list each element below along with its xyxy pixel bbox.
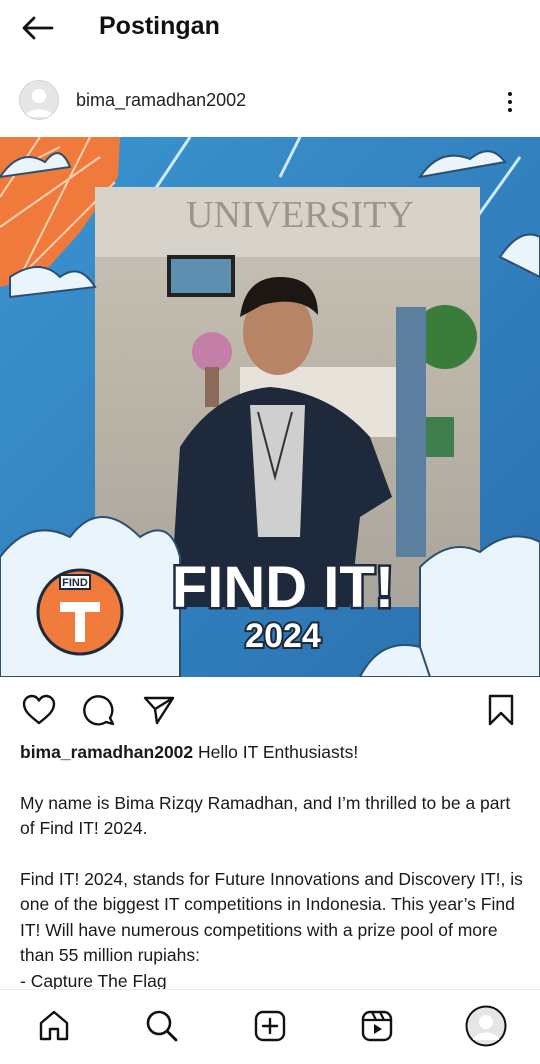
caption-username[interactable]: bima_ramadhan2002 <box>20 742 193 762</box>
nav-home[interactable] <box>32 1004 76 1048</box>
share-button[interactable] <box>139 690 179 730</box>
top-bar: Postingan <box>0 0 540 56</box>
find-it-logo: FIND <box>36 568 124 656</box>
caption-greeting: Hello IT Enthusiasts! <box>198 742 359 762</box>
page-title: Postingan <box>99 12 220 40</box>
like-button[interactable] <box>19 690 59 730</box>
nav-search[interactable] <box>140 1004 184 1048</box>
banner-title: FIND IT! <box>172 555 394 620</box>
comment-icon <box>83 695 115 726</box>
profile-avatar-icon <box>465 1005 507 1047</box>
search-icon <box>146 1010 178 1042</box>
heart-icon <box>22 694 56 725</box>
save-button[interactable] <box>481 690 521 730</box>
reels-icon <box>361 1010 393 1042</box>
post-caption: bima_ramadhan2002 Hello IT Enthusiasts! … <box>20 740 525 994</box>
send-icon <box>143 696 175 725</box>
logo-text: FIND <box>62 577 88 589</box>
wall-text: UNIVERSITY <box>186 194 414 236</box>
more-options-button[interactable] <box>496 84 524 120</box>
default-avatar-icon <box>25 89 53 117</box>
bottom-navigation <box>0 989 540 1064</box>
banner-year: 2024 <box>245 617 321 655</box>
caption-paragraph-2: Find IT! 2024, stands for Future Innovat… <box>20 868 523 966</box>
comment-button[interactable] <box>79 690 119 730</box>
post-image[interactable]: FIND FIND IT! 2024 UNIVERSITY <box>0 137 540 677</box>
more-vertical-icon <box>508 92 512 96</box>
post-photo-graphic: FIND FIND IT! 2024 UNIVERSITY <box>0 137 540 677</box>
nav-create[interactable] <box>248 1004 292 1048</box>
post-username[interactable]: bima_ramadhan2002 <box>76 90 246 111</box>
nav-profile[interactable] <box>464 1004 508 1048</box>
caption-first-line: bima_ramadhan2002 Hello IT Enthusiasts! <box>20 740 525 766</box>
bookmark-icon <box>488 694 514 726</box>
post-header: bima_ramadhan2002 <box>0 76 540 128</box>
user-avatar[interactable] <box>19 80 59 120</box>
add-square-icon <box>254 1010 286 1042</box>
post-actions <box>0 686 540 732</box>
back-button[interactable] <box>18 10 58 46</box>
home-icon <box>39 1010 69 1041</box>
nav-reels[interactable] <box>355 1004 399 1048</box>
caption-paragraph-1: My name is Bima Rizqy Ramadhan, and I’m … <box>20 792 511 839</box>
arrow-left-icon <box>22 16 54 40</box>
